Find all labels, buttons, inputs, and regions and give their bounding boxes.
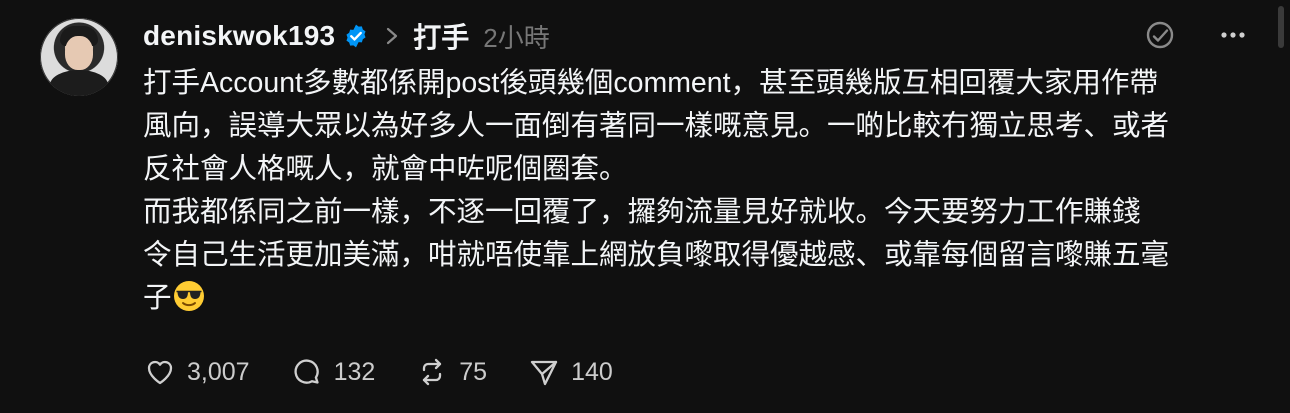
- sunglasses-emoji-icon: [173, 281, 204, 311]
- like-count: 3,007: [187, 357, 250, 386]
- share-count: 140: [571, 357, 613, 386]
- share-button[interactable]: 140: [527, 355, 613, 389]
- avatar-shirt: [50, 70, 108, 96]
- post-timestamp: 2小時: [483, 22, 550, 53]
- chevron-right-icon: [387, 27, 398, 45]
- post-text-line: 風向，誤導大眾以為好多人一面倒有著同一樣嘅意見。一啲比較冇獨立思考、或者: [143, 110, 1170, 142]
- scrollbar[interactable]: [1278, 6, 1284, 48]
- reposted-status-icon[interactable]: [1143, 18, 1177, 52]
- topic-tag-link[interactable]: 打手: [413, 16, 469, 56]
- repost-count: 75: [459, 357, 488, 386]
- username-link[interactable]: deniskwok193: [143, 20, 335, 52]
- thread-post: deniskwok193 打手 2小時 打手Account多數都係開post後頭…: [0, 0, 1290, 413]
- post-body: 打手Account多數都係開post後頭幾個comment，甚至頭幾版互相回覆大…: [143, 62, 1258, 320]
- repost-button[interactable]: 75: [415, 355, 487, 389]
- avatar[interactable]: [40, 18, 118, 96]
- repost-icon: [423, 358, 442, 386]
- post-header: deniskwok193 打手 2小時: [143, 14, 550, 58]
- post-text-line: 打手Account多數都係開post後頭幾個comment，甚至頭幾版互相回覆大…: [143, 67, 1159, 99]
- send-icon: [530, 360, 558, 386]
- post-actions: 3,007 132 75 140: [143, 350, 653, 394]
- post-text-line: 反社會人格嘅人，就會中咗呢個圈套。: [143, 153, 628, 185]
- avatar-face: [65, 36, 93, 70]
- reply-button[interactable]: 132: [290, 355, 376, 389]
- like-button[interactable]: 3,007: [143, 355, 250, 389]
- post-text-line: 而我都係同之前一樣，不逐一回覆了，攞夠流量見好就收。今天要努力工作賺錢: [143, 196, 1141, 228]
- more-options-icon[interactable]: [1216, 18, 1250, 52]
- heart-icon: [147, 360, 173, 385]
- verified-badge-icon: [346, 24, 366, 48]
- post-text-line: 令自己生活更加美滿，咁就唔使靠上網放負嚟取得優越感、或靠每個留言嚟賺五毫: [143, 239, 1170, 271]
- post-text-last-line: 子: [143, 277, 1258, 320]
- post-text-line: 子: [143, 282, 172, 314]
- reply-count: 132: [333, 357, 376, 386]
- comment-icon: [294, 359, 319, 384]
